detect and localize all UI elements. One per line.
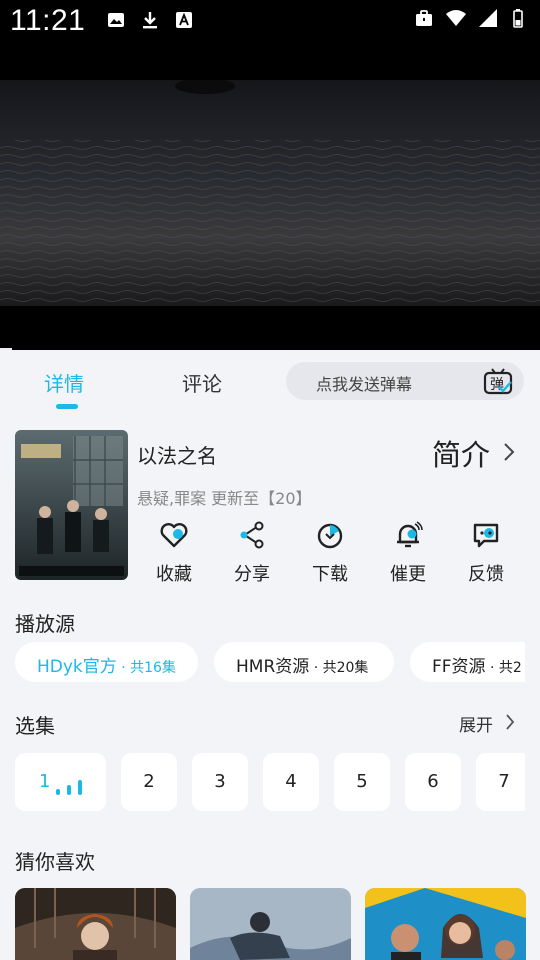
bell-icon bbox=[397, 521, 423, 548]
favorite-button[interactable]: 收藏 bbox=[139, 520, 209, 586]
download-label: 下载 bbox=[312, 564, 348, 585]
recommend-title: 猜你喜欢 bbox=[15, 850, 95, 874]
source-list: HDyk官方 · 共16集 HMR资源 · 共20集 FF资源 · 共2 bbox=[15, 642, 525, 684]
video-frame bbox=[0, 80, 540, 306]
intro-button[interactable]: 简介 bbox=[432, 432, 490, 474]
source-count: · 共20集 bbox=[309, 660, 369, 676]
feedback-button[interactable]: 反馈 bbox=[451, 520, 521, 586]
sources-title: 播放源 bbox=[15, 612, 75, 636]
source-name: FF资源 bbox=[432, 657, 486, 677]
download-icon bbox=[143, 12, 157, 29]
tab-comments[interactable]: 评论 bbox=[182, 368, 222, 397]
danmaku-send-icon[interactable]: 弹 bbox=[482, 365, 514, 397]
episodes-title: 选集 bbox=[15, 714, 55, 738]
chevron-right-icon[interactable] bbox=[502, 442, 516, 462]
episode-item[interactable]: 3 bbox=[192, 753, 248, 811]
episode-item[interactable]: 1 bbox=[15, 753, 106, 811]
tab-indicator bbox=[56, 404, 78, 409]
action-bar: 收藏 分享 下载 催更 反馈 bbox=[135, 520, 525, 590]
source-count: · 共16集 bbox=[116, 660, 176, 676]
source-chip[interactable]: HDyk官方 · 共16集 bbox=[15, 642, 198, 682]
download-button[interactable]: 下载 bbox=[295, 520, 365, 586]
download-circle-icon bbox=[317, 523, 343, 549]
danmaku-placeholder: 点我发送弹幕 bbox=[316, 375, 413, 394]
chevron-right-icon[interactable] bbox=[504, 713, 516, 731]
episode-list: 1 2 3 4 5 6 7 bbox=[15, 753, 525, 813]
source-chip[interactable]: FF资源 · 共2 bbox=[410, 642, 525, 682]
status-bar: 11:21 bbox=[0, 0, 540, 42]
source-chip[interactable]: HMR资源 · 共20集 bbox=[214, 642, 394, 682]
briefcase-icon bbox=[416, 10, 432, 26]
a-icon bbox=[176, 12, 192, 28]
wifi-icon bbox=[446, 10, 466, 26]
recommend-card[interactable] bbox=[15, 888, 176, 960]
feedback-icon bbox=[473, 523, 499, 548]
feedback-label: 反馈 bbox=[468, 564, 504, 585]
recommend-list bbox=[15, 888, 540, 960]
recommend-card[interactable] bbox=[190, 888, 351, 960]
source-count: · 共2 bbox=[485, 660, 522, 676]
expand-button[interactable]: 展开 bbox=[459, 711, 493, 736]
poster-image[interactable] bbox=[15, 430, 128, 580]
image-icon bbox=[108, 13, 124, 27]
status-time: 11:21 bbox=[10, 4, 86, 37]
source-name: HMR资源 bbox=[236, 657, 310, 677]
recommend-card[interactable] bbox=[365, 888, 526, 960]
source-name: HDyk官方 bbox=[37, 657, 117, 677]
show-meta: 悬疑,罪案 更新至【20】 bbox=[137, 489, 312, 508]
remind-label: 催更 bbox=[390, 564, 426, 585]
share-button[interactable]: 分享 bbox=[217, 520, 287, 586]
remind-button[interactable]: 催更 bbox=[373, 520, 443, 586]
episode-item[interactable]: 6 bbox=[405, 753, 461, 811]
heart-icon bbox=[160, 523, 188, 548]
episode-item[interactable]: 4 bbox=[263, 753, 319, 811]
episode-item[interactable]: 5 bbox=[334, 753, 390, 811]
episode-number: 1 bbox=[39, 771, 51, 792]
episode-item[interactable]: 7 bbox=[476, 753, 525, 811]
tab-details[interactable]: 详情 bbox=[44, 368, 84, 397]
favorite-label: 收藏 bbox=[156, 564, 192, 585]
video-player[interactable] bbox=[0, 42, 540, 350]
share-icon bbox=[240, 521, 264, 549]
signal-icon bbox=[479, 9, 497, 27]
battery-icon bbox=[513, 9, 523, 28]
playing-bars-icon bbox=[56, 780, 82, 795]
danmaku-input[interactable]: 点我发送弹幕 弹 bbox=[286, 362, 524, 400]
episode-item[interactable]: 2 bbox=[121, 753, 177, 811]
show-title: 以法之名 bbox=[137, 444, 217, 468]
share-label: 分享 bbox=[234, 564, 270, 585]
